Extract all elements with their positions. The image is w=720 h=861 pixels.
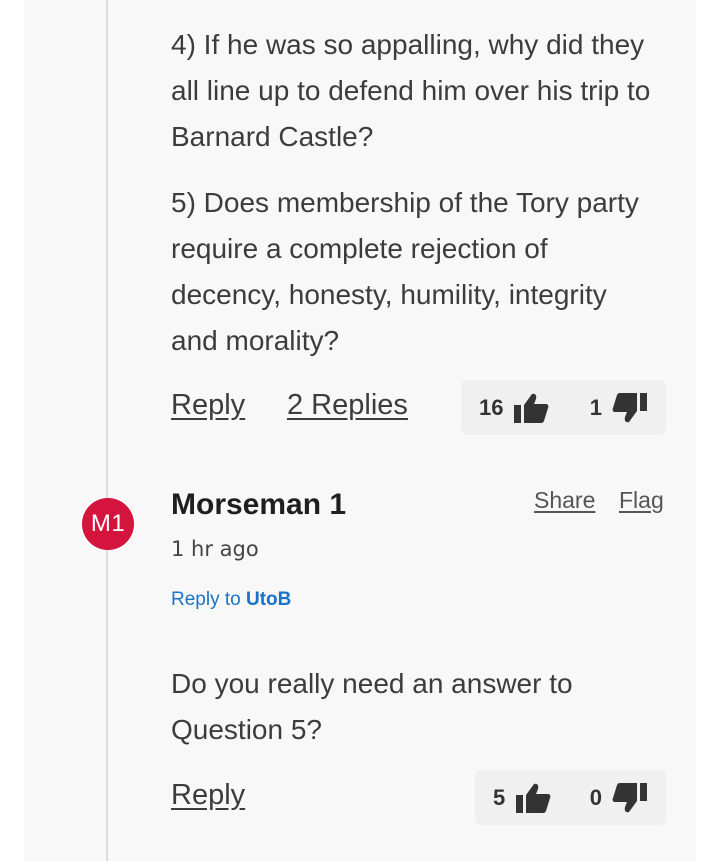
comment-timestamp: 1 hr ago	[171, 537, 259, 561]
comment-paragraph-5: 5) Does membership of the Tory party req…	[171, 187, 639, 356]
downvote-button[interactable]: 0	[590, 782, 648, 814]
upvote-button[interactable]: 16	[479, 392, 549, 424]
reply-to-user: UtoB	[245, 589, 292, 610]
reply-link[interactable]: Reply	[171, 779, 245, 812]
comment-author[interactable]: Morseman 1	[171, 488, 346, 522]
thumbs-down-icon	[612, 782, 648, 814]
upvote-count: 16	[479, 394, 504, 420]
flag-link[interactable]: Flag	[619, 487, 664, 514]
vote-box: 5 0	[475, 770, 666, 825]
thumbs-down-icon	[612, 392, 648, 424]
thread-line	[106, 0, 108, 861]
downvote-count: 0	[589, 784, 602, 810]
downvote-button[interactable]: 1	[590, 392, 648, 424]
reply-to-link[interactable]: Reply to UtoB	[171, 589, 291, 611]
reply-to-prefix: Reply to	[171, 589, 241, 610]
upvote-button[interactable]: 5	[493, 782, 551, 814]
downvote-count: 1	[589, 394, 602, 420]
comment-body: Do you really need an answer to Question…	[171, 668, 573, 745]
vote-box: 16 1	[461, 380, 666, 435]
comment-paragraph-4: 4) If he was so appalling, why did they …	[171, 29, 651, 152]
thumbs-up-icon	[513, 392, 549, 424]
reply-link[interactable]: Reply	[171, 389, 245, 422]
avatar: M1	[82, 498, 134, 550]
upvote-count: 5	[493, 784, 506, 810]
thumbs-up-icon	[515, 782, 551, 814]
replies-link[interactable]: 2 Replies	[287, 389, 408, 422]
share-link[interactable]: Share	[534, 487, 595, 514]
